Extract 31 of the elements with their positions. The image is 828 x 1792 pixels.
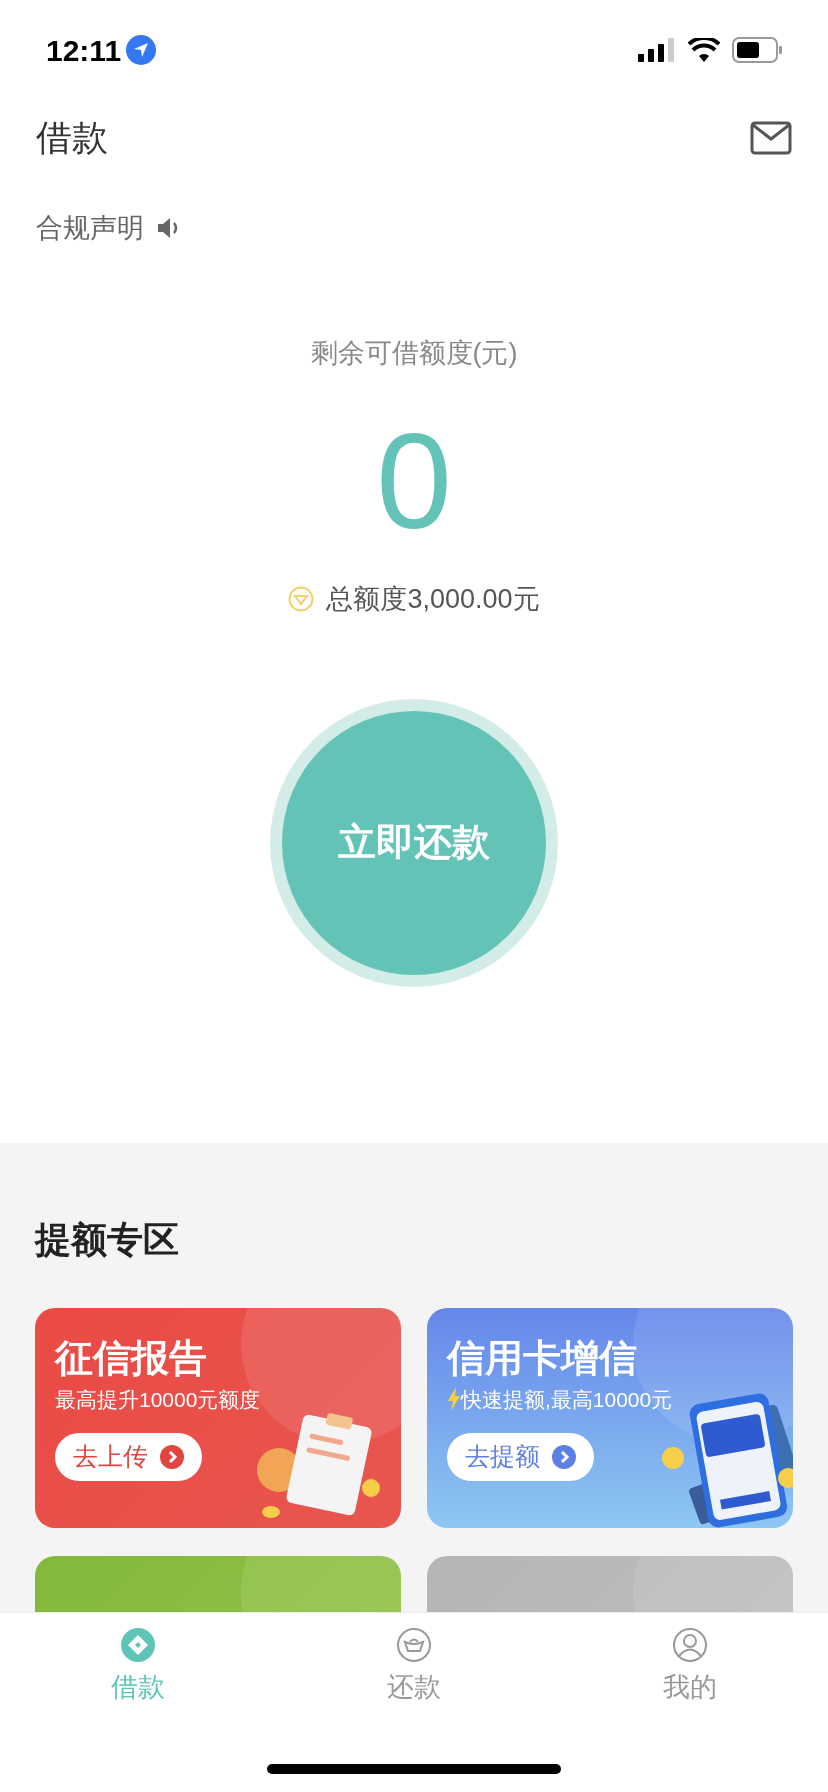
- user-icon: [672, 1627, 708, 1663]
- signal-icon: [638, 38, 676, 62]
- tab-item[interactable]: 借款: [78, 1627, 198, 1708]
- wifi-icon: [688, 38, 720, 62]
- promo-card[interactable]: 信用卡增信 快速提额,最高10000元 去提额: [427, 1307, 793, 1528]
- promo-card[interactable]: 征信报告 最高提升10000元额度 去上传: [35, 1307, 401, 1528]
- section-title: 提额专区: [35, 1217, 180, 1262]
- page-title: 借款: [36, 116, 108, 160]
- credit-amount: 0: [376, 413, 452, 549]
- card-subtitle: 最高提升10000元额度: [55, 1386, 261, 1413]
- card-title: 信用卡增信: [447, 1335, 638, 1380]
- card-subtitle: 快速提额,最高10000元: [461, 1386, 673, 1413]
- battery-icon: [732, 37, 782, 63]
- mail-icon[interactable]: [750, 121, 792, 155]
- lightning-icon: [447, 1387, 461, 1412]
- card-action-button[interactable]: 去提额: [447, 1433, 594, 1481]
- tab-item[interactable]: 还款: [354, 1627, 474, 1708]
- promo-card[interactable]: [427, 1555, 793, 1612]
- tab-item[interactable]: 我的: [630, 1627, 750, 1708]
- compliance-link[interactable]: 合规声明: [36, 208, 144, 249]
- card-title: 征信报告: [55, 1335, 208, 1380]
- promo-card[interactable]: [35, 1555, 401, 1612]
- total-credit: 总额度3,000.00元: [326, 583, 540, 616]
- remaining-credit-label: 剩余可借额度(元): [310, 336, 518, 370]
- status-time: 12:11: [46, 32, 122, 69]
- location-icon: [125, 34, 158, 66]
- chevron-icon: [552, 1445, 576, 1469]
- repay-now-button[interactable]: 立即还款: [282, 710, 546, 975]
- card-action-button[interactable]: 去上传: [55, 1433, 202, 1481]
- chevron-icon: [160, 1445, 184, 1469]
- ingot-icon: [396, 1627, 432, 1663]
